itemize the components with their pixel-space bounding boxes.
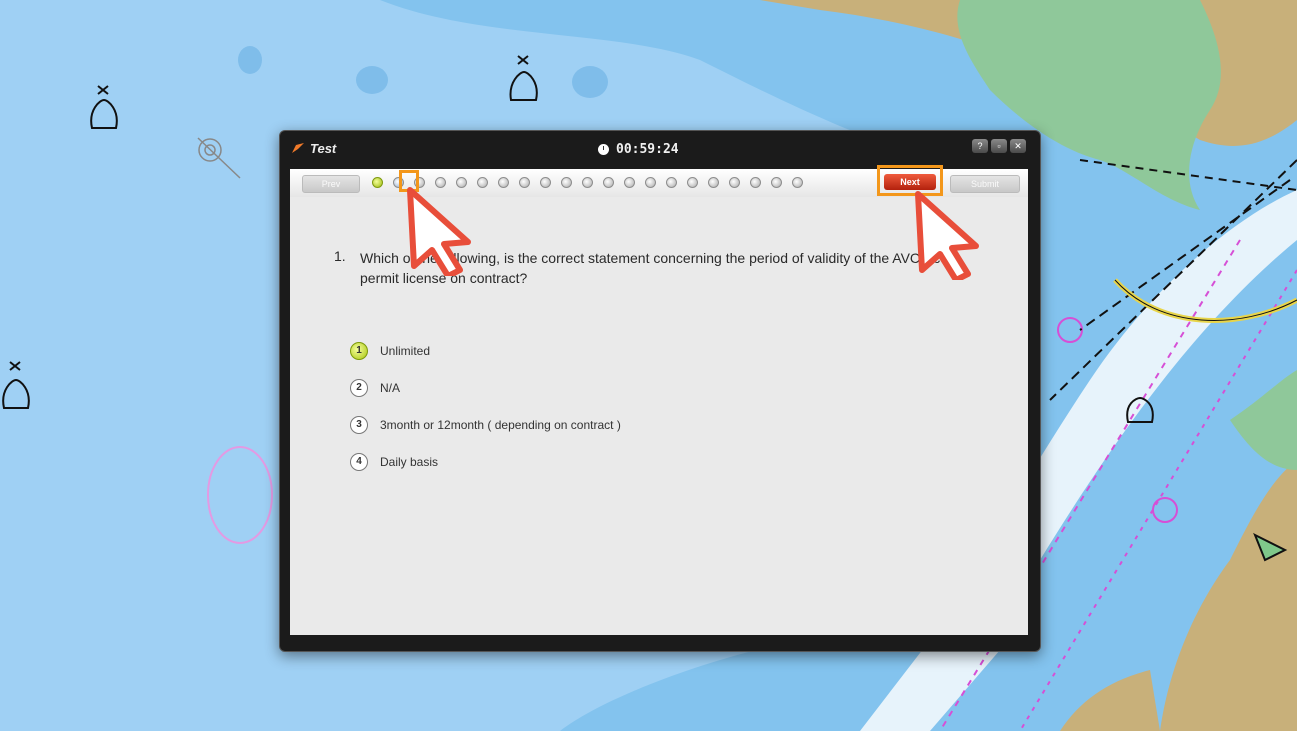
option-label: N/A <box>380 381 401 395</box>
option-label: Daily basis <box>380 455 439 469</box>
option-radio[interactable]: 4 <box>350 453 368 471</box>
question-number: 1. <box>334 248 346 264</box>
answer-option[interactable]: 3 3month or 12month ( depending on contra… <box>350 414 621 436</box>
option-radio[interactable]: 2 <box>350 379 368 397</box>
close-button[interactable]: ✕ <box>1010 139 1026 153</box>
dialog-title: Test <box>310 141 337 156</box>
maximize-button[interactable]: ▫ <box>991 139 1007 153</box>
answer-option[interactable]: 4 Daily basis <box>350 451 621 473</box>
question-dot[interactable] <box>750 177 761 188</box>
question-dot[interactable] <box>771 177 782 188</box>
timer-value: 00:59:24 <box>616 142 679 157</box>
question-dot[interactable] <box>372 177 383 188</box>
option-label: Unlimited <box>380 344 431 358</box>
question-dot[interactable] <box>792 177 803 188</box>
option-radio[interactable]: 1 <box>350 342 368 360</box>
option-radio[interactable]: 3 <box>350 416 368 434</box>
question-dot[interactable] <box>561 177 572 188</box>
countdown-timer: 00:59:24 <box>598 142 679 157</box>
test-app-icon <box>292 143 304 153</box>
dialog-titlebar: Test 00:59:24 ? ▫ ✕ <box>280 131 1040 167</box>
question-dot[interactable] <box>540 177 551 188</box>
answer-option[interactable]: 1 Unlimited <box>350 340 621 362</box>
answer-options: 1 Unlimited 2 N/A 3 3month or 12month ( depen… <box>350 340 621 488</box>
question-dot[interactable] <box>582 177 593 188</box>
question-dot[interactable] <box>666 177 677 188</box>
question-dot[interactable] <box>708 177 719 188</box>
question-dot[interactable] <box>645 177 656 188</box>
question-dot[interactable] <box>729 177 740 188</box>
question-dot[interactable] <box>687 177 698 188</box>
help-button[interactable]: ? <box>972 139 988 153</box>
question-dot[interactable] <box>519 177 530 188</box>
pointer-cursor-icon <box>407 187 471 276</box>
question-dot[interactable] <box>624 177 635 188</box>
window-controls: ? ▫ ✕ <box>972 139 1026 153</box>
question-dot[interactable] <box>498 177 509 188</box>
clock-icon <box>598 144 609 155</box>
prev-button[interactable]: Prev <box>302 175 360 193</box>
question-dot[interactable] <box>603 177 614 188</box>
pointer-cursor-icon <box>915 191 979 280</box>
answer-option[interactable]: 2 N/A <box>350 377 621 399</box>
option-label: 3month or 12month ( depending on contrac… <box>380 418 621 432</box>
